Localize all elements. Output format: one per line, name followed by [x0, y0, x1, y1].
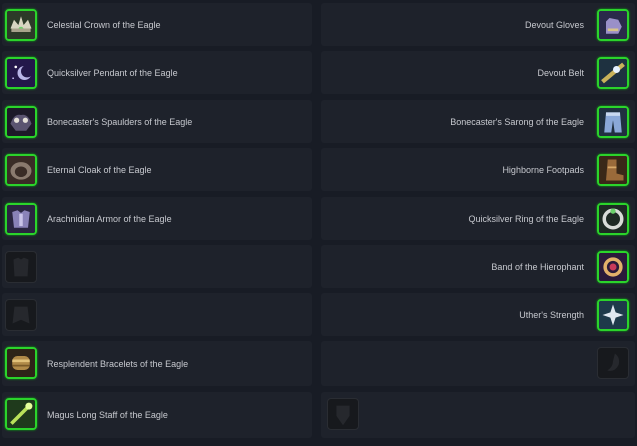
item-name: Highborne Footpads [502, 164, 584, 175]
spaulders-icon [5, 106, 37, 138]
item-name: Devout Gloves [524, 19, 584, 30]
staff-icon [5, 398, 37, 430]
boots-icon [597, 154, 629, 186]
legs-icon [597, 106, 629, 138]
equipment-panel: Celestial Crown of the Eagle Quicksilver… [0, 0, 637, 446]
equipment-slot-trinket-2[interactable] [321, 341, 635, 386]
empty-shirt-slot-icon [5, 251, 37, 283]
empty-tabard-slot-icon [5, 299, 37, 331]
equipment-slot-hands[interactable]: Devout Gloves [321, 3, 635, 46]
equipment-slot-waist[interactable]: Devout Belt [321, 51, 635, 94]
item-name: Quicksilver Pendant of the Eagle [47, 67, 178, 78]
equipment-slot-off-hand[interactable] [321, 392, 635, 438]
equipment-slot-feet[interactable]: Highborne Footpads [321, 148, 635, 191]
equipment-slot-shirt[interactable] [2, 245, 312, 288]
item-name: Devout Belt [537, 67, 584, 78]
ring-icon [597, 251, 629, 283]
equipment-slot-finger-2[interactable]: Band of the Hierophant [321, 245, 635, 288]
item-name: Bonecaster's Spaulders of the Eagle [47, 116, 193, 127]
cloak-icon [5, 154, 37, 186]
gloves-icon [597, 9, 629, 41]
equipment-slot-finger-1[interactable]: Quicksilver Ring of the Eagle [321, 197, 635, 240]
item-name: Magus Long Staff of the Eagle [47, 410, 168, 420]
item-name: Resplendent Bracelets of the Eagle [47, 358, 189, 369]
equipment-slot-trinket-1[interactable]: Uther's Strength [321, 293, 635, 336]
item-name: Eternal Cloak of the Eagle [47, 164, 152, 175]
pendant-icon [5, 57, 37, 89]
empty-trinket-slot-icon [597, 347, 629, 379]
bracers-icon [5, 347, 37, 379]
equipment-slot-shoulders[interactable]: Bonecaster's Spaulders of the Eagle [2, 100, 312, 143]
item-name: Bonecaster's Sarong of the Eagle [450, 116, 584, 127]
belt-icon [597, 57, 629, 89]
item-name: Band of the Hierophant [491, 261, 584, 272]
equipment-slot-head[interactable]: Celestial Crown of the Eagle [2, 3, 312, 46]
empty-offhand-slot-icon [327, 398, 359, 430]
armor-icon [5, 203, 37, 235]
equipment-slot-chest[interactable]: Arachnidian Armor of the Eagle [2, 197, 312, 240]
ring-icon [597, 203, 629, 235]
equipment-slot-neck[interactable]: Quicksilver Pendant of the Eagle [2, 51, 312, 94]
trinket-icon [597, 299, 629, 331]
equipment-slot-legs[interactable]: Bonecaster's Sarong of the Eagle [321, 100, 635, 143]
item-name: Uther's Strength [519, 309, 584, 320]
crown-icon [5, 9, 37, 41]
equipment-slot-wrist[interactable]: Resplendent Bracelets of the Eagle [2, 341, 312, 386]
item-name: Celestial Crown of the Eagle [47, 19, 161, 30]
equipment-slot-tabard[interactable] [2, 293, 312, 336]
item-name: Arachnidian Armor of the Eagle [47, 213, 172, 224]
equipment-slot-back[interactable]: Eternal Cloak of the Eagle [2, 148, 312, 191]
item-name: Quicksilver Ring of the Eagle [468, 213, 584, 224]
equipment-slot-main-hand[interactable]: Magus Long Staff of the Eagle [2, 392, 312, 438]
